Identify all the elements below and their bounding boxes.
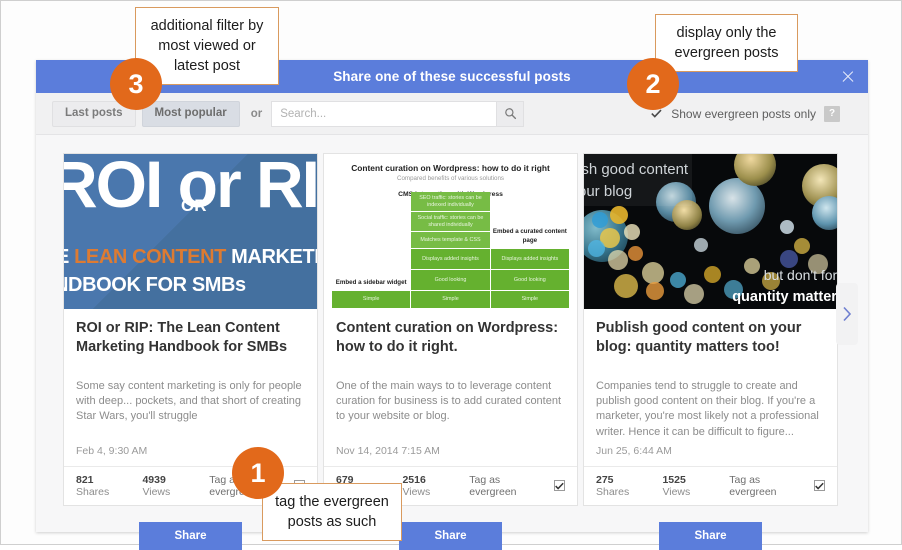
post-excerpt: One of the main ways to to leverage cont… — [336, 380, 562, 423]
photo-overlay-bottom-1: but don't forg — [763, 267, 837, 283]
chart-left-label: Embed a sidebar widget — [335, 278, 407, 286]
most-popular-button[interactable]: Most popular — [141, 100, 240, 127]
share-cell: Share — [583, 521, 838, 550]
annotation-badge-2: 2 — [627, 58, 679, 110]
annotation-callout-1: tag the evergreen posts as such — [262, 483, 402, 541]
evergreen-filter-group: Show evergreen posts only ? — [650, 105, 840, 122]
chart-block: Displays added insights — [411, 249, 490, 269]
share-buttons-row: Share Share Share — [36, 521, 868, 550]
post-shares: 275 Shares — [596, 473, 630, 498]
chart-column-center: SEO traffic: stories can be indexed indi… — [411, 192, 490, 308]
chart-subtitle: Compared benefits of various solutions — [397, 175, 504, 182]
share-posts-modal: Share one of these successful posts Last… — [36, 60, 868, 550]
chart-block: Simple — [332, 291, 411, 308]
post-views: 1525 Views — [662, 473, 691, 498]
cover-or-word: OR — [181, 196, 207, 215]
chart-block: Good looking — [490, 270, 569, 290]
search-button[interactable] — [496, 100, 525, 127]
posts-row: ROI or RIP OR E LEAN CONTENT MARKETIN ND… — [36, 153, 868, 506]
post-excerpt: Companies tend to struggle to create and… — [596, 380, 819, 438]
post-title: Publish good content on your blog: quant… — [596, 320, 802, 355]
chart-block: SEO traffic: stories can be indexed indi… — [411, 192, 490, 211]
annotation-badge-1: 1 — [232, 447, 284, 499]
cover-subline-2: NDBOOK FOR SMBs — [64, 274, 246, 296]
tag-as-evergreen-toggle[interactable]: Tag as evergreen — [729, 474, 825, 498]
tag-as-evergreen-label: Tag as evergreen — [729, 473, 777, 498]
post-card[interactable]: ROI or RIP OR E LEAN CONTENT MARKETIN ND… — [63, 153, 318, 506]
post-views: 4939 Views — [142, 473, 171, 498]
search-icon — [504, 108, 516, 120]
or-label: or — [250, 107, 263, 120]
check-icon — [555, 482, 564, 490]
close-icon[interactable] — [840, 69, 856, 85]
tag-as-evergreen-checkbox[interactable] — [814, 480, 825, 492]
share-button[interactable]: Share — [398, 521, 503, 550]
post-date: Nov 14, 2014 7:15 AM — [336, 444, 440, 457]
help-icon[interactable]: ? — [824, 105, 840, 122]
post-title: Content curation on Wordpress: how to do… — [336, 320, 559, 355]
photo-overlay-top: ish good content our blog — [584, 161, 689, 200]
chart-title: Content curation on Wordpress: how to do… — [351, 163, 550, 173]
check-icon — [815, 482, 824, 490]
filter-toolbar: Last posts Most popular or Show evergree… — [36, 93, 868, 135]
post-excerpt: Some say content marketing is only for p… — [76, 380, 302, 423]
cover-roi-or-rip-artwork: ROI or RIP OR E LEAN CONTENT MARKETIN ND… — [64, 154, 317, 309]
chart-columns: Embed a sidebar widget Simple SEO traffi… — [332, 192, 569, 308]
chevron-right-icon — [843, 306, 852, 322]
chart-block: Good looking — [411, 270, 490, 290]
photo-overlay-bottom-2: quantity matters — [732, 289, 837, 305]
page-title: Share one of these successful posts — [333, 69, 571, 84]
search-input[interactable] — [271, 100, 497, 127]
share-button[interactable]: Share — [138, 521, 243, 550]
chart-block: Simple — [411, 291, 490, 308]
chart-block: Simple — [490, 291, 569, 308]
posts-carousel: ROI or RIP OR E LEAN CONTENT MARKETIN ND… — [36, 135, 868, 550]
chart-content-curation-artwork: Content curation on Wordpress: how to do… — [324, 154, 577, 309]
tag-as-evergreen-checkbox[interactable] — [554, 480, 565, 492]
post-views: 2516 Views — [402, 473, 431, 498]
cover-subline-1: E LEAN CONTENT MARKETIN — [64, 246, 317, 268]
annotation-callout-2: display only the evergreen posts — [655, 14, 798, 72]
post-card[interactable]: ish good content our blog but don't forg… — [583, 153, 838, 506]
post-footer: 275 Shares 1525 Views Tag as evergreen — [584, 465, 837, 505]
tag-as-evergreen-toggle[interactable]: Tag as evergreen — [469, 474, 565, 498]
post-thumbnail: Content curation on Wordpress: how to do… — [324, 154, 577, 309]
chart-right-label: Embed a curated content page — [492, 228, 567, 244]
chart-column-left: Embed a sidebar widget Simple — [332, 276, 411, 308]
annotation-badge-3: 3 — [110, 58, 162, 110]
chart-block: Displays added insights — [490, 249, 569, 269]
chart-column-right: Embed a curated content page Displays ad… — [490, 225, 569, 308]
tag-as-evergreen-label: Tag as evergreen — [469, 473, 517, 498]
chart-block: Social traffic: stories can be shared in… — [411, 212, 490, 231]
check-icon — [651, 109, 662, 118]
post-shares: 821 Shares — [76, 473, 110, 498]
post-thumbnail: ish good content our blog but don't forg… — [584, 154, 837, 309]
post-body: Content curation on Wordpress: how to do… — [324, 309, 577, 466]
post-title: ROI or RIP: The Lean Content Marketing H… — [76, 320, 288, 355]
post-body: ROI or RIP: The Lean Content Marketing H… — [64, 309, 317, 466]
post-date: Jun 25, 6:44 AM — [596, 444, 672, 457]
share-button[interactable]: Share — [658, 521, 763, 550]
search-group — [271, 100, 525, 127]
chart-block: Matches template & CSS — [411, 232, 490, 248]
post-thumbnail: ROI or RIP OR E LEAN CONTENT MARKETIN ND… — [64, 154, 317, 309]
post-body: Publish good content on your blog: quant… — [584, 309, 837, 466]
show-evergreen-label: Show evergreen posts only — [671, 106, 816, 121]
post-card[interactable]: Content curation on Wordpress: how to do… — [323, 153, 578, 506]
carousel-next-button[interactable] — [836, 283, 858, 345]
photo-bokeh-bubbles-artwork: ish good content our blog but don't forg… — [584, 154, 837, 309]
